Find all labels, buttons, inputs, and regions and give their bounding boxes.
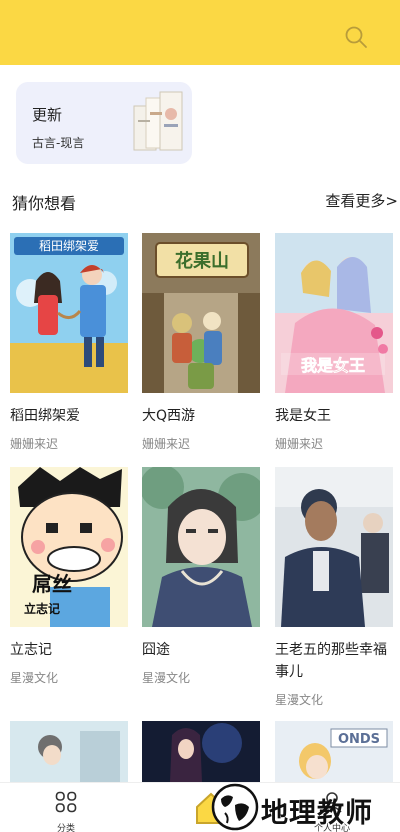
watermark: 地理教师 [196, 783, 400, 832]
comic-cover[interactable] [142, 467, 260, 627]
books-illustration [133, 91, 183, 151]
comic-author: 星漫文化 [10, 671, 59, 685]
grid-icon [55, 791, 77, 813]
cover-subtitle-text: 立志记 [24, 601, 60, 616]
cover-title-text: 我是女王 [301, 356, 365, 375]
comic-title: 囧途 [142, 642, 170, 658]
update-card-subtitle: 古言-现言 [32, 136, 85, 150]
recommend-section-header: 猜你想看 查看更多> [0, 190, 400, 214]
tab-classify-label: 分类 [56, 824, 75, 832]
see-more-link[interactable]: 查看更多> [325, 190, 398, 211]
section-title: 猜你想看 [12, 194, 77, 213]
cover-title-text: 屌丝 [32, 572, 72, 596]
comic-author: 星漫文化 [275, 693, 324, 707]
comic-title: 立志记 [10, 642, 52, 658]
comic-title: 王老五的那些幸福事儿 [275, 642, 387, 680]
update-card[interactable]: 更新 古言-现言 [16, 82, 192, 164]
comic-title: 大Q西游 [142, 408, 196, 424]
update-card-title: 更新 [32, 106, 63, 124]
comic-title: 我是女王 [275, 408, 331, 424]
comic-cover[interactable]: ONDS [275, 721, 393, 782]
comic-cover[interactable] [142, 721, 260, 782]
cover-title-text: ONDS [338, 732, 380, 747]
search-icon[interactable] [344, 25, 368, 49]
top-bar [0, 0, 400, 65]
comic-author: 星漫文化 [142, 671, 191, 685]
comic-author: 姗姗来迟 [10, 437, 59, 451]
cover-title-text: 稻田绑架爱 [39, 239, 99, 253]
watermark-text: 地理教师 [261, 798, 373, 829]
globe-logo-icon [211, 783, 259, 831]
comic-author: 姗姗来迟 [275, 437, 324, 451]
comic-author: 姗姗来迟 [142, 437, 191, 451]
comic-cover[interactable]: 花果山 [142, 233, 260, 393]
tab-classify[interactable]: 分类 [36, 787, 96, 832]
comic-cover[interactable]: 我是女王 [275, 233, 393, 393]
comic-cover[interactable]: 稻田绑架爱 [10, 233, 128, 393]
comic-cover[interactable] [275, 467, 393, 627]
comic-cover[interactable] [10, 721, 128, 782]
comic-title: 稻田绑架爱 [10, 408, 80, 424]
comic-cover[interactable]: 屌丝 立志记 [10, 467, 128, 627]
cover-title-text: 花果山 [175, 250, 229, 272]
